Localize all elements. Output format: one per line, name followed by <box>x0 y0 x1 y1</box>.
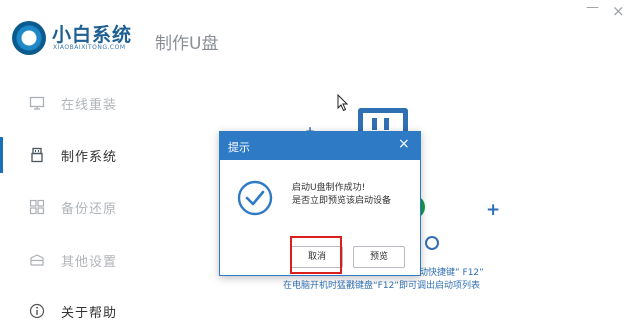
grid-icon <box>29 199 45 215</box>
mouse-cursor-icon <box>337 94 349 112</box>
boot-key-instruction: 在电脑开机时猛戳键盘“F12”即可调出启动项列表 <box>283 281 480 291</box>
app-window: 小白系统 XIAOBAIXITONG.COM 制作U盘 — × 在线重装 制作系… <box>0 0 634 324</box>
brand-url: XIAOBAIXITONG.COM <box>53 44 126 51</box>
dialog-close-icon[interactable]: × <box>398 136 410 152</box>
sidebar-item-about-help[interactable]: 关于帮助 <box>0 296 150 326</box>
dialog-message-question: 是否立即预览该启动设备 <box>292 196 392 206</box>
sidebar-item-label: 在线重装 <box>61 98 118 113</box>
usb-drive-icon <box>31 147 43 163</box>
sidebar-item-label: 关于帮助 <box>61 306 118 321</box>
usb-slot <box>384 118 389 130</box>
logo-icon <box>12 21 46 55</box>
highlight-box <box>290 236 342 274</box>
usb-slot <box>372 118 377 130</box>
sidebar-item-online-reinstall[interactable]: 在线重装 <box>0 88 150 118</box>
close-window-button[interactable]: × <box>612 2 625 20</box>
minimize-button[interactable]: — <box>586 0 599 15</box>
success-check-icon <box>237 180 273 216</box>
sidebar-item-make-system[interactable]: 制作系统 <box>0 140 150 170</box>
info-icon <box>29 303 45 319</box>
box-icon <box>30 254 44 266</box>
brand-name: 小白系统 <box>52 24 133 46</box>
dialog-header: 提示 × <box>220 132 420 160</box>
ring-decoration-icon <box>425 236 439 250</box>
dialog-message-success: 启动U盘制作成功! <box>292 183 366 193</box>
plus-decoration-icon: + <box>486 200 501 220</box>
boot-key-hint: 启动快捷键” F12” <box>410 268 484 278</box>
sidebar-item-label: 备份还原 <box>61 202 118 217</box>
sidebar-item-label: 制作系统 <box>61 150 118 165</box>
page-title: 制作U盘 <box>155 34 219 54</box>
dialog-title: 提示 <box>228 141 250 154</box>
preview-button[interactable]: 预览 <box>353 246 405 268</box>
monitor-icon <box>29 96 45 110</box>
sidebar-item-other-settings[interactable]: 其他设置 <box>0 245 150 275</box>
sidebar-item-label: 其他设置 <box>61 255 118 270</box>
sidebar-item-backup-restore[interactable]: 备份还原 <box>0 192 150 222</box>
